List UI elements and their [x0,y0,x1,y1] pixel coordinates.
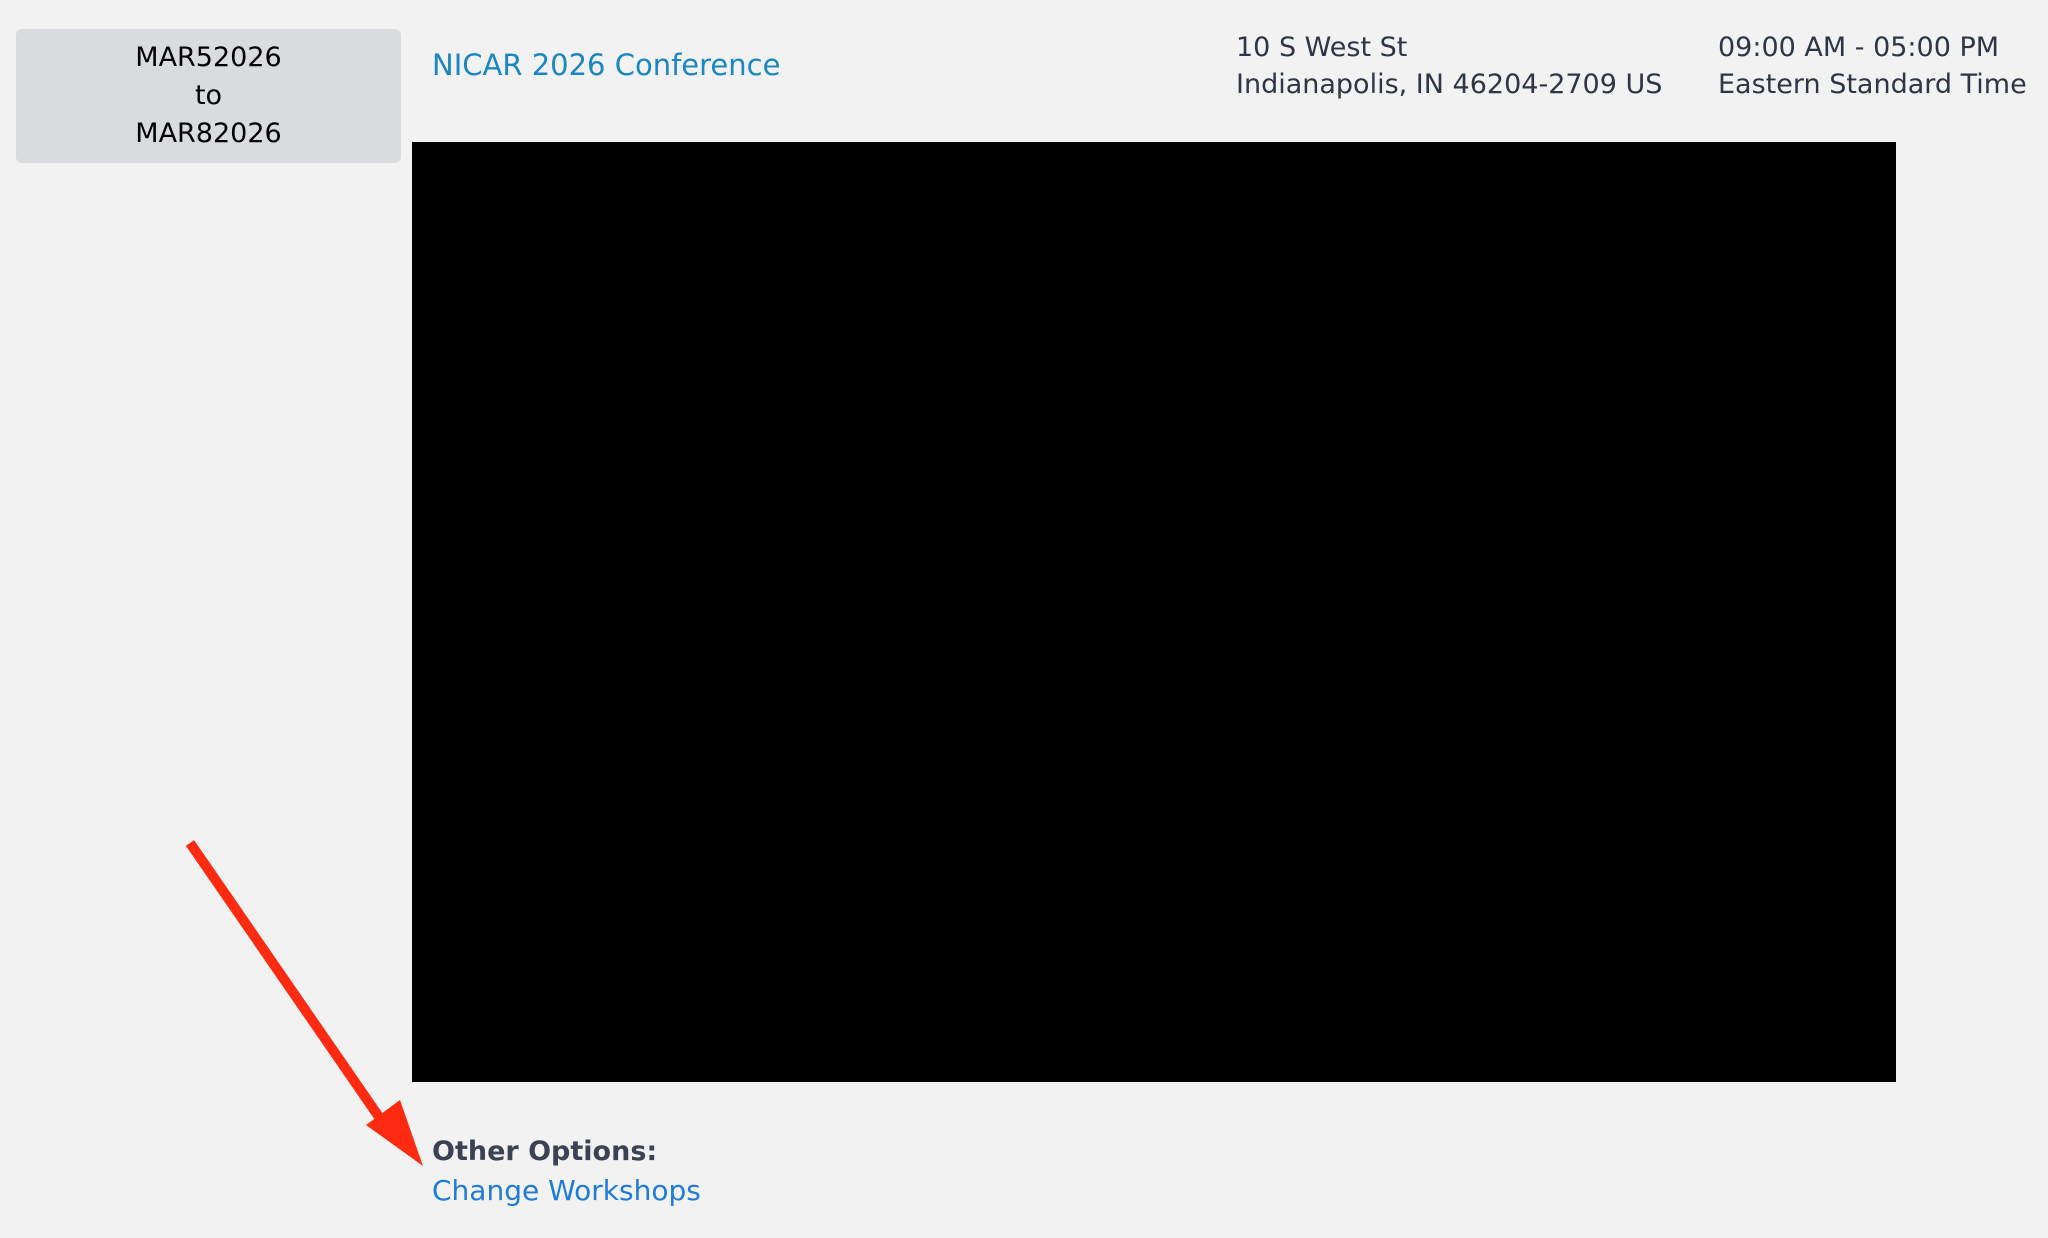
annotation-arrow-head [366,1100,423,1166]
hours-range: 09:00 AM - 05:00 PM [1718,32,2000,63]
date-range-separator: to [194,80,223,111]
end-date: MAR82026 [135,118,282,149]
address-city: Indianapolis, IN 46204-2709 US [1236,69,1663,100]
event-hours: 09:00 AM - 05:00 PM Eastern Standard Tim… [1718,29,2027,103]
event-address: 10 S West St Indianapolis, IN 46204-2709… [1236,29,1662,103]
event-title-link[interactable]: NICAR 2026 Conference [432,48,780,82]
start-date: MAR52026 [135,42,282,73]
change-workshops-link[interactable]: Change Workshops [432,1174,701,1207]
address-street: 10 S West St [1236,32,1408,63]
date-range-badge: MAR52026 to MAR82026 [16,29,401,163]
annotation-arrow-shaft [185,840,393,1133]
other-options-label: Other Options: [432,1136,658,1167]
time-zone: Eastern Standard Time [1718,69,2027,100]
redacted-content-area [412,142,1896,1082]
